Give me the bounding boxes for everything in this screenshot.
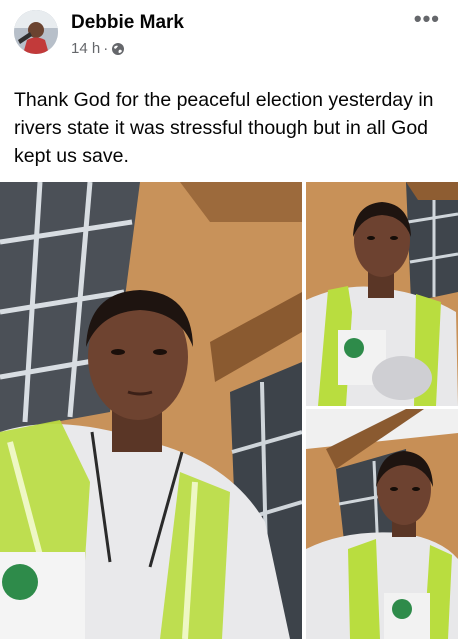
post-time[interactable]: 14 h [71,40,100,57]
post-meta: 14 h · [71,40,125,57]
photo-selfie-bottom-right[interactable] [306,409,458,639]
more-options-button[interactable]: ••• [414,6,440,32]
post-text: Thank God for the peaceful election yest… [14,89,434,167]
author-name[interactable]: Debbie Mark [71,12,184,34]
meta-separator: · [103,40,109,57]
post-header: Debbie Mark 14 h · ••• [0,0,458,72]
photo-selfie-top-right[interactable] [306,182,458,406]
photo-grid [0,182,458,639]
author-avatar[interactable] [14,10,58,54]
globe-icon [111,42,125,56]
photo-selfie-main[interactable] [0,182,302,639]
